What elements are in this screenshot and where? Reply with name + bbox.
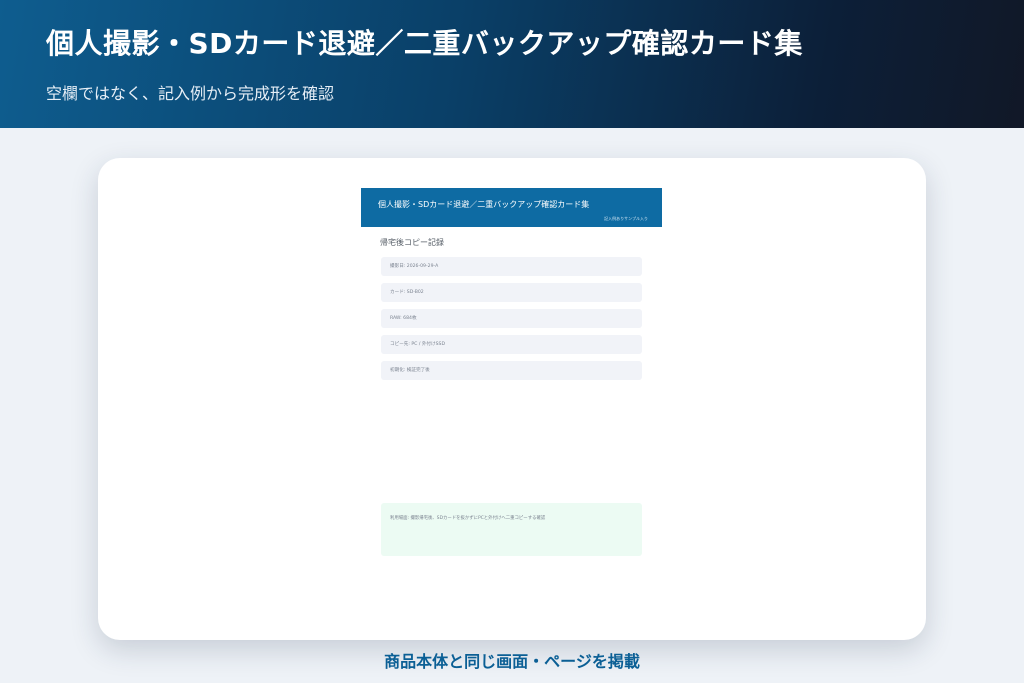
usage-note-text: 利用場面: 撮影帰宅後、SDカードを抜かずにPCと外付けへ二重コピーする確認 — [390, 516, 546, 521]
field-copy-destination: コピー先: PC / 外付けSSD — [381, 335, 642, 354]
field-label: 初期化: 検証完了後 — [390, 368, 430, 373]
page-subtitle: 空欄ではなく、記入例から完成形を確認 — [46, 84, 335, 103]
field-label: RAW: 684枚 — [390, 316, 417, 321]
usage-note: 利用場面: 撮影帰宅後、SDカードを抜かずにPCと外付けへ二重コピーする確認 — [381, 503, 642, 556]
section-title: 帰宅後コピー記録 — [380, 238, 444, 247]
template-tag: 記入例ありサンプル入り — [604, 216, 648, 221]
template-header: 個人撮影・SDカード退避／二重バックアップ確認カード集 記入例ありサンプル入り — [361, 188, 662, 227]
template-title: 個人撮影・SDカード退避／二重バックアップ確認カード集 — [378, 200, 590, 209]
field-raw-count: RAW: 684枚 — [381, 309, 642, 328]
field-format-timing: 初期化: 検証完了後 — [381, 361, 642, 380]
caption: 商品本体と同じ画面・ページを掲載 — [384, 652, 640, 671]
page-title: 個人撮影・SDカード退避／二重バックアップ確認カード集 — [46, 27, 803, 60]
field-label: カード: SD-B02 — [390, 290, 424, 295]
preview-card: 個人撮影・SDカード退避／二重バックアップ確認カード集 記入例ありサンプル入り … — [98, 158, 926, 640]
field-card-id: カード: SD-B02 — [381, 283, 642, 302]
field-shoot-date: 撮影日: 2026-09-29-A — [381, 257, 642, 276]
field-label: コピー先: PC / 外付けSSD — [390, 342, 445, 347]
hero-banner: 個人撮影・SDカード退避／二重バックアップ確認カード集 空欄ではなく、記入例から… — [0, 0, 1024, 128]
field-label: 撮影日: 2026-09-29-A — [390, 264, 439, 269]
template-preview: 個人撮影・SDカード退避／二重バックアップ確認カード集 記入例ありサンプル入り … — [361, 188, 662, 598]
